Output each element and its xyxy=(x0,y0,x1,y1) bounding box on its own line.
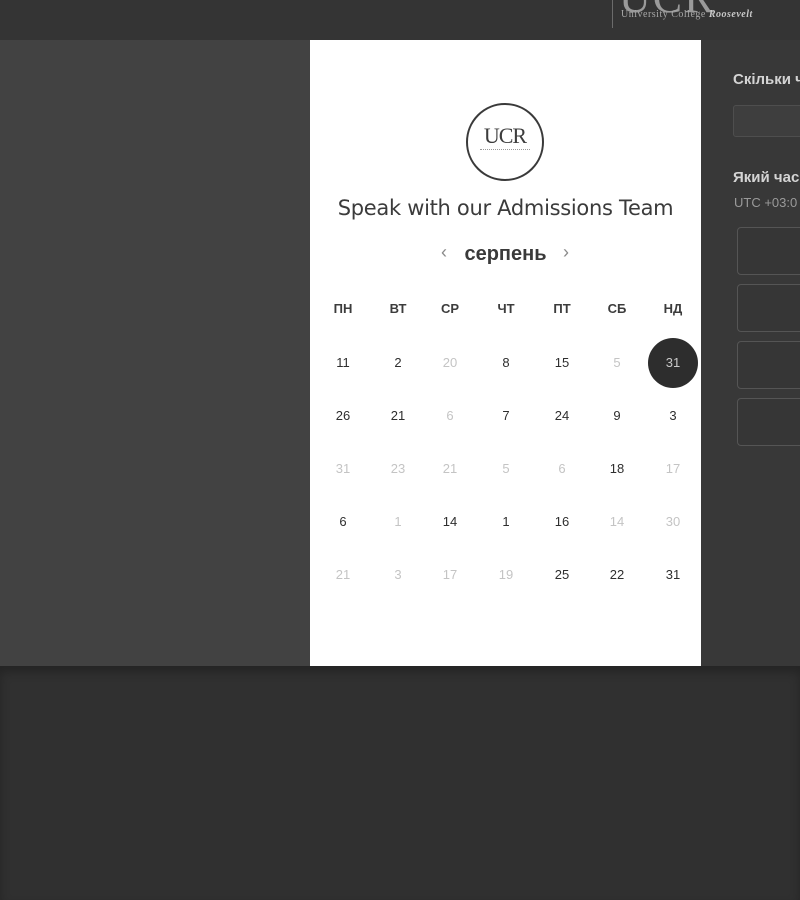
duration-select[interactable] xyxy=(733,105,800,137)
calendar-day[interactable]: 1 xyxy=(486,502,526,542)
month-label: серпень xyxy=(464,243,547,265)
calendar-day[interactable]: 9 xyxy=(597,396,637,436)
calendar-day: 3 xyxy=(394,567,402,582)
calendar-day: 20 xyxy=(442,355,458,370)
weekday-label: ВТ xyxy=(389,301,407,316)
month-navigation: серпень ‹ › xyxy=(310,240,701,270)
calendar-day[interactable]: 11 xyxy=(323,343,363,383)
ucr-logo-text: UCR xyxy=(483,123,527,148)
calendar-day[interactable]: 14 xyxy=(430,502,470,542)
calendar-day: 19 xyxy=(498,567,514,582)
calendar-day-selected[interactable]: 31 xyxy=(648,338,698,388)
calendar-day[interactable]: 3 xyxy=(653,396,693,436)
calendar-day: 5 xyxy=(502,461,510,476)
calendar-day: 23 xyxy=(390,461,406,476)
calendar-day[interactable]: 2 xyxy=(378,343,418,383)
calendar-day: 6 xyxy=(558,461,566,476)
time-slot[interactable] xyxy=(737,284,800,332)
calendar-day[interactable]: 8 xyxy=(486,343,526,383)
weekday-label: СР xyxy=(440,301,460,316)
calendar-day: 14 xyxy=(609,514,625,529)
calendar-day[interactable]: 22 xyxy=(597,555,637,595)
weekday-label: НД xyxy=(663,301,683,316)
site-logo-text-bold: Roosevelt xyxy=(708,9,753,20)
ucr-logo-subline xyxy=(480,149,530,152)
calendar-day[interactable]: 25 xyxy=(542,555,582,595)
bottom-backdrop xyxy=(0,666,800,900)
calendar-day: 31 xyxy=(335,461,351,476)
ucr-logo: UCR xyxy=(466,103,544,181)
calendar-day: 1 xyxy=(394,514,402,529)
time-slot[interactable] xyxy=(737,227,800,275)
calendar-day: 21 xyxy=(335,567,351,582)
weekday-label: ПН xyxy=(333,301,353,316)
weekday-label: ПТ xyxy=(553,301,571,316)
calendar-day[interactable]: 18 xyxy=(597,449,637,489)
calendar-day[interactable]: 21 xyxy=(378,396,418,436)
calendar-day[interactable]: 7 xyxy=(486,396,526,436)
calendar-day[interactable]: 31 xyxy=(653,555,693,595)
timezone-label: UTC +03:0 xyxy=(734,195,798,210)
chevron-left-icon[interactable]: ‹ xyxy=(434,242,454,263)
booking-details-panel: Скільки ч Який час UTC +03:0 xyxy=(701,40,800,666)
calendar-day: 30 xyxy=(665,514,681,529)
time-slot[interactable] xyxy=(737,398,800,446)
site-logo-text: University College Roosevelt xyxy=(621,9,753,20)
calendar-day: 21 xyxy=(442,461,458,476)
calendar-day: 5 xyxy=(613,355,621,370)
calendar-day[interactable]: 16 xyxy=(542,502,582,542)
calendar-day[interactable]: 15 xyxy=(542,343,582,383)
calendar-day[interactable]: 26 xyxy=(323,396,363,436)
duration-label: Скільки ч xyxy=(733,71,800,88)
calendar-day[interactable]: 24 xyxy=(542,396,582,436)
time-label: Який час xyxy=(733,169,800,186)
calendar-day[interactable]: 6 xyxy=(323,502,363,542)
top-bar: UCR University College Roosevelt xyxy=(0,0,800,40)
calendar-day: 6 xyxy=(446,408,454,423)
weekday-label: СБ xyxy=(607,301,627,316)
calendar-day: 17 xyxy=(665,461,681,476)
page-title: Speak with our Admissions Team xyxy=(337,196,674,220)
weekday-label: ЧТ xyxy=(497,301,515,316)
left-backdrop xyxy=(0,40,310,666)
chevron-right-icon[interactable]: › xyxy=(556,242,576,263)
time-slot[interactable] xyxy=(737,341,800,389)
site-logo-text-plain: University College xyxy=(621,9,706,20)
calendar-day: 17 xyxy=(442,567,458,582)
site-logo[interactable]: UCR University College Roosevelt xyxy=(612,0,800,28)
